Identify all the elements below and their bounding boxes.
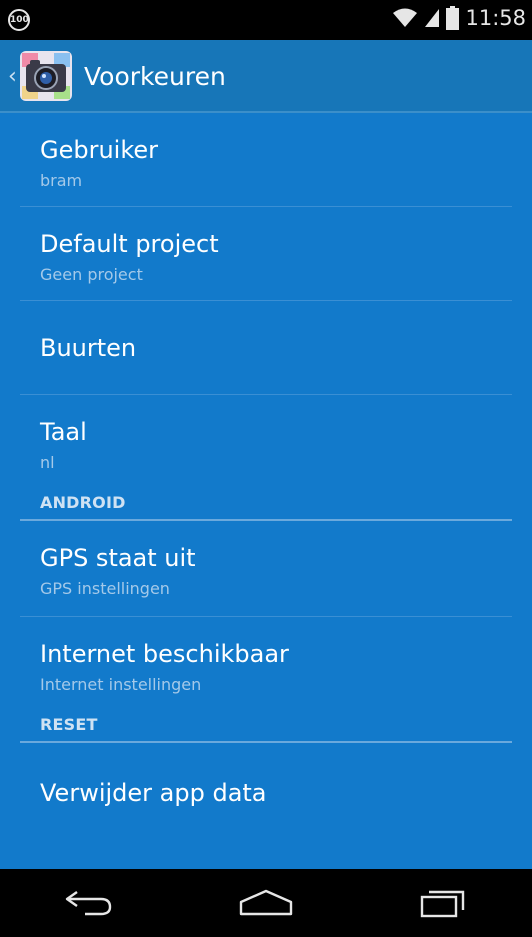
pref-taal[interactable]: Taal nl [20, 395, 512, 485]
pref-gps[interactable]: GPS staat uit GPS instellingen [20, 521, 512, 617]
home-button[interactable] [216, 873, 316, 933]
category-android: ANDROID [20, 485, 512, 521]
pref-default-project[interactable]: Default project Geen project [20, 207, 512, 301]
pref-gebruiker[interactable]: Gebruiker bram [20, 113, 512, 207]
status-bar: 100 11:58 [0, 0, 532, 40]
category-reset-label: RESET [40, 714, 98, 734]
battery-icon [446, 6, 460, 30]
signal-icon [425, 9, 440, 27]
battery-indicator: 100 [8, 9, 30, 31]
pref-default-project-title: Default project [40, 230, 219, 258]
action-bar: ‹ Voorkeuren [0, 40, 532, 112]
pref-default-project-summary: Geen project [40, 265, 143, 284]
clock: 11:58 [465, 6, 526, 30]
page-title: Voorkeuren [84, 61, 226, 91]
camera-app-icon[interactable] [18, 48, 74, 104]
screen: 100 11:58 ‹ Voorkeuren Gebruiker bram De… [0, 0, 532, 937]
back-icon [65, 891, 111, 916]
category-reset: RESET [20, 707, 512, 743]
pref-buurten[interactable]: Buurten [20, 301, 512, 395]
pref-buurten-title: Buurten [40, 333, 137, 362]
pref-internet-title: Internet beschikbaar [40, 640, 289, 668]
pref-gebruiker-title: Gebruiker [40, 136, 159, 164]
pref-verwijder-title: Verwijder app data [40, 779, 267, 807]
pref-verwijder-app-data[interactable]: Verwijder app data [20, 743, 512, 843]
home-icon [239, 889, 293, 916]
pref-taal-title: Taal [40, 418, 87, 446]
preferences-list: Gebruiker bram Default project Geen proj… [0, 113, 532, 869]
pref-internet[interactable]: Internet beschikbaar Internet instelling… [20, 617, 512, 707]
pref-taal-summary: nl [40, 453, 55, 472]
battery-level-icon: 100 [8, 9, 30, 31]
category-android-label: ANDROID [40, 492, 126, 512]
chevron-left-icon[interactable]: ‹ [8, 64, 18, 89]
navigation-bar [0, 869, 532, 937]
recents-icon [421, 890, 465, 918]
pref-gps-title: GPS staat uit [40, 544, 196, 572]
pref-gps-summary: GPS instellingen [40, 579, 170, 598]
pref-internet-summary: Internet instellingen [40, 675, 202, 694]
pref-gebruiker-summary: bram [40, 171, 83, 190]
recents-button[interactable] [393, 873, 493, 933]
wifi-icon [393, 8, 418, 27]
back-button[interactable] [39, 873, 139, 933]
